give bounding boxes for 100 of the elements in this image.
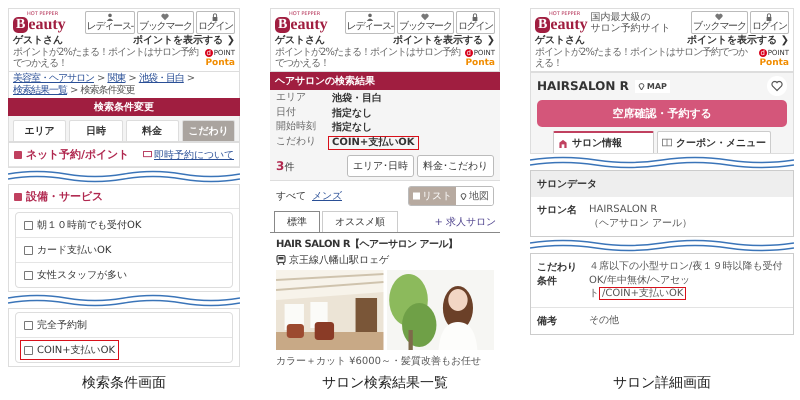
header-button[interactable]: レディース- [84,11,135,34]
sort-tab[interactable]: オススメ順 [322,211,398,232]
row-label: こだわり条件 [537,261,578,289]
ponta-logo: Ponta [205,58,235,68]
header-button[interactable]: ログイン [456,11,495,34]
screen-caption: 検索条件画面 [81,374,167,392]
header-button[interactable]: レディース- [344,11,395,34]
heart-icon [161,13,170,21]
condition-label: こだわり [276,136,317,148]
sort-tab[interactable]: 標準 [274,211,320,232]
instant-booking-link[interactable]: 即時予約について [143,148,234,162]
row-value: （ヘアサロン アール） [589,216,694,230]
station-text: 京王線八幡山駅ロェゲ [289,254,389,267]
section-heading: サロンデータ [531,171,793,197]
checkbox[interactable] [24,220,33,230]
gender-tab[interactable]: すべて [276,189,306,203]
job-salon-link[interactable]: + 求人サロン [434,215,496,232]
book-icon [662,138,672,147]
show-points-link[interactable]: ポイントを表示する ❯ [133,34,235,47]
ponta-logo: Ponta [465,58,495,68]
pin-icon [638,82,645,90]
option-label: カード支払いOK [37,244,112,257]
title-bar: 検索条件変更 [8,98,240,116]
breadcrumb-separator: > [70,85,78,97]
option-label: COIN+支払いOK [37,344,116,357]
show-points-link[interactable]: ポイントを表示する ❯ [393,34,495,47]
header-button[interactable]: ログイン [196,11,235,34]
header-button[interactable]: ブックマーク [396,11,454,34]
tab[interactable]: 日時 [69,120,122,141]
section-title: 設備・サービス [26,189,103,204]
reserve-button[interactable]: 空席確認・予約する [537,100,787,127]
breadcrumb-link[interactable]: 美容室・ヘアサロン [13,73,94,85]
screen-caption: サロン詳細画面 [612,374,712,392]
heart-icon [715,13,724,21]
condition-label: 日付 [276,106,297,120]
tab[interactable]: クーポン・メニュー [657,131,771,153]
house-icon [558,138,568,148]
filter-button[interactable]: エリア･日時 [347,155,414,177]
row-value: ４席以下の小型サロン/夜１９時以降も受付OK/年中無休/ヘアセット /COIN+支払いOK [589,260,784,300]
breadcrumb-link[interactable]: 池袋・目白 [138,73,184,85]
heart-icon [421,13,430,21]
condition-value: COIN+支払いOK [328,136,419,150]
option-label: 女性スタッフが多い [37,268,127,282]
title-bar: ヘアサロンの検索結果 [270,72,500,90]
breadcrumb-separator: > [186,73,194,85]
ponta-logo: Ponta [759,58,789,68]
checkbox[interactable] [24,346,33,354]
guest-name: ゲストさん [13,34,63,47]
row-label: 備考 [537,314,558,328]
screen-caption: サロン検索結果一覧 [321,374,449,392]
salon-catchphrase: カラー＋カット ¥6000～・髪質改善もお任せ [275,354,482,369]
site-tagline: サロン予約サイト [590,22,671,34]
checkbox[interactable] [24,270,33,280]
lock-icon [211,13,220,21]
breadcrumb-separator: > [97,73,104,84]
option-label: 朝１０時前でも受付OK [37,218,142,232]
square-icon [14,150,22,158]
salon-name: HAIRSALON R [537,79,629,93]
favorite-button[interactable] [767,76,787,96]
points-note: ポイントが2%たまる！ポイントはサロン予約でつかえる！ [535,47,748,69]
person-icon [366,13,374,21]
site-tagline: 国内最大級の [590,12,652,22]
condition-value: 指定なし [330,121,373,135]
breadcrumb-link[interactable]: 検索結果一覧 [13,85,67,97]
gender-tab[interactable]: メンズ [312,189,342,203]
header-button[interactable]: ブックマーク [690,11,748,34]
lock-icon [765,13,774,21]
row-value: HAIRSALON R [589,203,658,216]
tab[interactable]: サロン情報 [553,131,654,153]
checkbox[interactable] [24,246,33,254]
salon-name: HAIR SALON R【ヘアーサロン アール】 [275,238,459,252]
pin-icon [460,192,467,200]
header-button[interactable]: ブックマーク [136,11,194,34]
train-icon [276,255,286,265]
condition-value: 指定なし [330,106,373,120]
square-icon [14,192,22,200]
breadcrumb-separator: > [128,73,136,85]
checkbox[interactable] [24,320,33,330]
section-title: ネット予約/ポイント [26,147,130,162]
list-icon [413,192,420,200]
result-count: 3件 [276,158,294,174]
person-icon [106,13,114,21]
guest-name: ゲストさん [275,34,325,47]
filter-button[interactable]: 料金･こだわり [417,155,494,177]
points-note: ポイントが2%たまる！ポイントはサロン予約でつかえる！ [13,47,200,69]
map-button[interactable]: MAP [634,80,670,92]
heart-icon [771,80,783,92]
row-value: その他 [589,314,620,328]
condition-label: エリア [276,92,307,105]
header-button[interactable]: ログイン [750,11,789,34]
row-label: サロン名 [537,204,578,218]
monitor-icon [143,151,152,158]
breadcrumb-link[interactable]: 関東 [107,73,126,85]
show-points-link[interactable]: ポイントを表示する ❯ [687,34,789,47]
tab[interactable]: エリア [13,120,66,141]
condition-value: 池袋・目白 [331,92,383,106]
lock-icon [471,13,480,21]
points-note: ポイントが2%たまる！ポイントはサロン予約でつかえる！ [275,47,462,69]
tab[interactable]: 料金 [126,120,179,141]
condition-label: 開始時刻 [276,121,317,134]
